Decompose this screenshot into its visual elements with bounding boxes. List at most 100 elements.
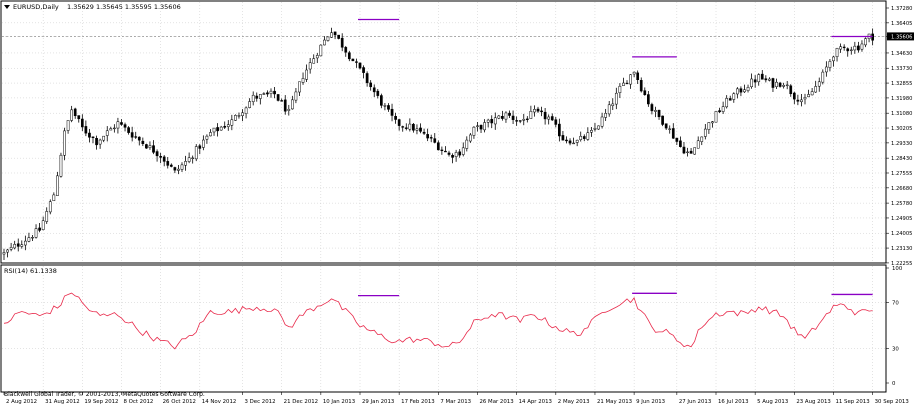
candle-body xyxy=(34,228,38,238)
candle-body xyxy=(130,132,134,138)
candle-body xyxy=(2,252,6,255)
candle-body xyxy=(440,149,444,151)
date-tick-label: 3 Dec 2012 xyxy=(245,399,276,405)
candle-body xyxy=(113,127,116,130)
candle-body xyxy=(244,107,248,114)
rsi-label: RSI(14) 61.1338 xyxy=(4,267,57,275)
candle-body xyxy=(251,94,255,102)
candle-body xyxy=(522,118,526,121)
date-tick-label: 26 Oct 2012 xyxy=(163,399,196,405)
candle-body xyxy=(255,95,259,99)
candle-body xyxy=(205,135,209,140)
candle-body xyxy=(586,132,590,140)
candle-body xyxy=(173,167,177,171)
candle-body xyxy=(308,62,312,70)
candle-body xyxy=(24,240,27,246)
candle-body xyxy=(202,139,205,148)
candle-body xyxy=(547,116,551,120)
candle-body xyxy=(429,137,433,139)
candle-body xyxy=(291,99,294,110)
candle-body xyxy=(38,227,41,231)
candle-body xyxy=(493,117,497,125)
candle-body xyxy=(116,121,120,129)
candle-body xyxy=(817,81,821,87)
candle-body xyxy=(789,85,793,95)
candle-body xyxy=(376,90,380,96)
candle-body xyxy=(340,37,344,48)
candle-body xyxy=(458,151,462,156)
price-tick-label: 1.25780 xyxy=(891,201,912,207)
candle-body xyxy=(287,108,291,111)
rsi-level-label: 0 xyxy=(892,381,896,387)
price-tick-label: 1.30205 xyxy=(891,126,912,132)
ohlc-values: 1.35629 1.35645 1.35595 1.35606 xyxy=(67,3,181,11)
candle-body xyxy=(671,128,675,139)
candle-body xyxy=(814,86,818,93)
candle-body xyxy=(415,128,419,131)
candle-body xyxy=(679,140,682,147)
candle-body xyxy=(832,56,835,62)
date-tick-label: 21 May 2013 xyxy=(597,399,632,405)
candle-body xyxy=(743,89,746,93)
date-tick-label: 19 Sep 2012 xyxy=(84,399,118,405)
rsi-level-label: 100 xyxy=(892,266,903,272)
candle-body xyxy=(536,108,540,112)
candle-body xyxy=(194,146,198,160)
symbol-title: EURUSD,Daily xyxy=(13,3,59,11)
candle-body xyxy=(711,121,714,124)
candle-body xyxy=(187,157,191,162)
candle-body xyxy=(629,74,632,85)
candle-body xyxy=(668,128,672,130)
candle-body xyxy=(614,92,618,105)
candle-body xyxy=(134,136,138,138)
candle-body xyxy=(451,155,454,158)
candle-body xyxy=(59,154,63,177)
candle-body xyxy=(807,94,810,98)
candle-body xyxy=(230,119,234,126)
candle-body xyxy=(625,82,629,85)
price-tick-label: 1.29330 xyxy=(891,141,912,147)
candle-body xyxy=(237,115,241,117)
candle-body xyxy=(703,128,707,137)
date-tick-label: 16 Jul 2013 xyxy=(718,399,749,405)
price-tick-label: 1.32855 xyxy=(891,81,912,87)
candle-body xyxy=(565,139,568,142)
candle-body xyxy=(383,105,387,107)
candle-body xyxy=(422,131,426,134)
date-tick-label: 21 Dec 2012 xyxy=(284,399,318,405)
candle-body xyxy=(436,142,440,151)
candle-body xyxy=(618,85,622,93)
date-tick-label: 31 Aug 2012 xyxy=(45,399,80,405)
current-price-label: 1.35606 xyxy=(891,34,912,40)
candle-body xyxy=(95,138,98,146)
candle-body xyxy=(355,61,358,63)
candle-body xyxy=(301,78,305,83)
candle-body xyxy=(525,118,529,120)
date-tick-label: 30 Sep 2013 xyxy=(875,399,909,405)
candle-body xyxy=(792,92,796,100)
candle-body xyxy=(120,122,123,125)
candle-body xyxy=(13,244,17,249)
candle-body xyxy=(387,105,390,110)
candle-body xyxy=(497,115,501,119)
candle-body xyxy=(504,112,508,120)
candle-body xyxy=(746,87,750,91)
candle-body xyxy=(269,90,273,94)
candle-body xyxy=(266,92,269,95)
candle-body xyxy=(714,111,718,123)
candle-body xyxy=(6,249,9,253)
candle-body xyxy=(757,74,761,83)
price-tick-label: 1.24905 xyxy=(891,216,912,222)
candle-body xyxy=(258,94,262,99)
date-tick-label: 8 Oct 2012 xyxy=(123,399,153,405)
candle-body xyxy=(362,67,365,73)
candle-body xyxy=(216,127,219,132)
candle-body xyxy=(280,100,284,102)
candle-body xyxy=(433,138,437,143)
candle-body xyxy=(88,132,91,138)
candle-body xyxy=(558,123,561,137)
candle-body xyxy=(647,94,650,105)
date-tick-label: 5 Aug 2013 xyxy=(757,399,788,405)
candle-body xyxy=(105,130,109,136)
candle-body xyxy=(707,122,711,130)
